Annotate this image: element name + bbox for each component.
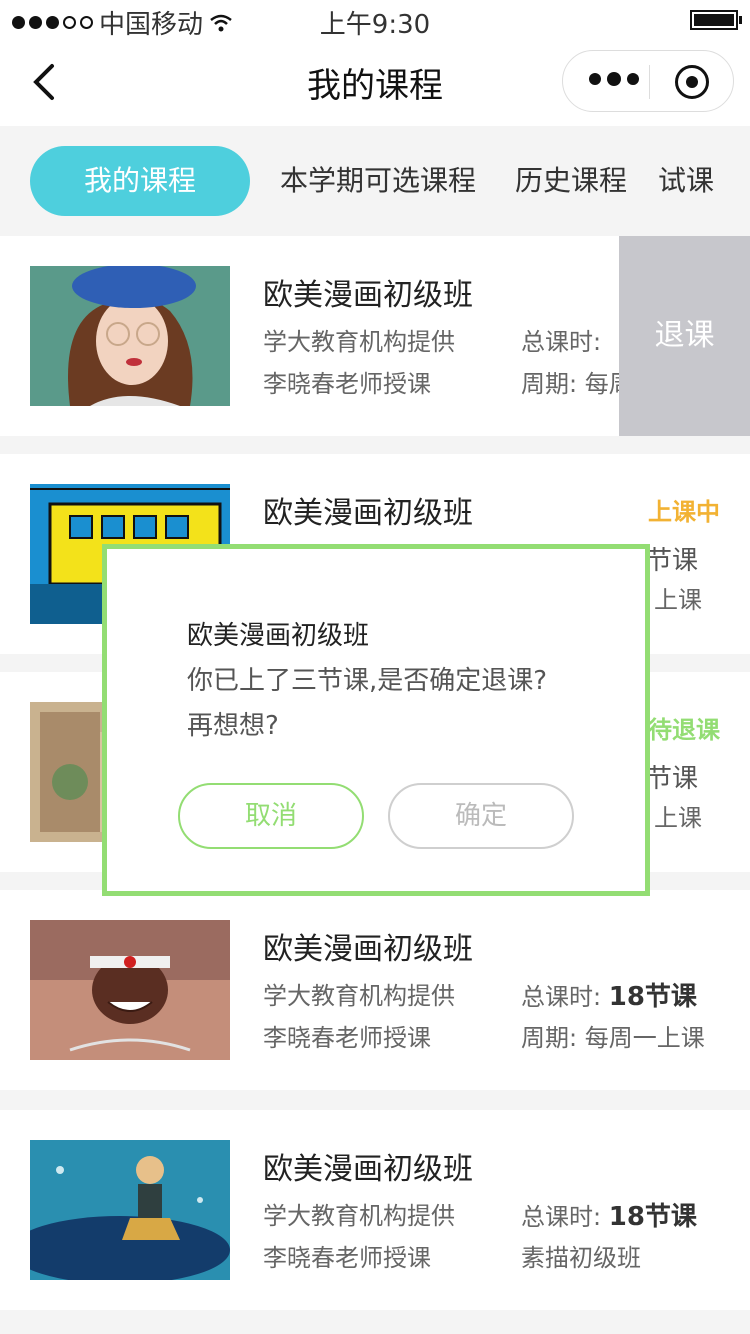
course-title: 欧美漫画初级班: [263, 278, 473, 313]
course-hours: 总课时:: [521, 322, 601, 357]
dialog-message-line1: 你已上了三节课,是否确定退课?: [187, 666, 548, 696]
hours-label: 总课时:: [521, 328, 602, 356]
dialog-title: 欧美漫画初级班: [187, 621, 370, 651]
status-bar: 中国移动 上午9:30: [0, 0, 750, 40]
mini-program-capsule: [562, 50, 734, 112]
course-teacher: 李晓春老师授课: [263, 1024, 431, 1052]
hours-value: 18节课: [608, 982, 697, 1012]
course-org: 学大教育机构提供: [263, 328, 455, 356]
course-org: 学大教育机构提供: [263, 1202, 455, 1230]
course-cycle: 周期: 每周: [521, 370, 633, 398]
course-hours: 总课时: 18节课: [521, 976, 697, 1013]
course-title: 欧美漫画初级班: [263, 932, 473, 967]
dialog-message: 你已上了三节课,是否确定退课? 再想想?: [187, 659, 607, 749]
course-cycle: 上课: [654, 586, 702, 614]
course-thumbnail: [30, 920, 230, 1060]
course-hours: 节课: [646, 758, 698, 795]
more-icon[interactable]: [589, 72, 639, 86]
course-title: 欧美漫画初级班: [263, 1152, 473, 1187]
course-title: 欧美漫画初级班: [263, 496, 473, 531]
status-time: 上午9:30: [319, 10, 431, 40]
course-status-badge: 上课中: [648, 498, 720, 526]
hours-value: 节课: [646, 764, 699, 794]
course-teacher: 李晓春老师授课: [263, 1244, 431, 1272]
tab-history-courses[interactable]: 历史课程: [515, 146, 627, 216]
course-cycle: 上课: [654, 804, 702, 832]
course-status-badge: 待退课: [648, 716, 720, 744]
drop-course-button[interactable]: 退课: [619, 236, 750, 436]
course-hours: 节课: [646, 540, 698, 577]
course-cycle: 素描初级班: [521, 1244, 641, 1272]
battery-icon: [690, 10, 742, 30]
dialog-message-line2: 再想想?: [187, 711, 279, 741]
course-org: 学大教育机构提供: [263, 982, 455, 1010]
course-hours: 总课时: 18节课: [521, 1196, 697, 1233]
cancel-button[interactable]: 取消: [178, 783, 364, 849]
close-target-icon[interactable]: [675, 65, 709, 99]
hours-label: 总课时:: [521, 983, 602, 1011]
confirm-button[interactable]: 确定: [388, 783, 574, 849]
tab-semester-courses[interactable]: 本学期可选课程: [280, 146, 476, 216]
course-card[interactable]: 欧美漫画初级班 学大教育机构提供 李晓春老师授课 总课时: 18节课 周期: 每…: [0, 890, 750, 1090]
course-thumbnail: [30, 266, 230, 406]
hours-value: 节课: [646, 546, 699, 576]
course-cycle: 周期: 每周一上课: [521, 1024, 705, 1052]
course-card[interactable]: 欧美漫画初级班 学大教育机构提供 李晓春老师授课 总课时: 周期: 每周 退课: [0, 236, 750, 436]
course-card[interactable]: 欧美漫画初级班 学大教育机构提供 李晓春老师授课 总课时: 18节课 素描初级班: [0, 1110, 750, 1310]
hours-label: 总课时:: [521, 1203, 602, 1231]
tab-trial[interactable]: 试课: [658, 146, 714, 216]
course-teacher: 李晓春老师授课: [263, 370, 431, 398]
nav-bar: 我的课程: [0, 40, 750, 126]
tab-bar: 我的课程 本学期可选课程 历史课程 试课: [0, 126, 750, 236]
hours-value: 18节课: [608, 1202, 697, 1232]
drop-course-dialog: 欧美漫画初级班 你已上了三节课,是否确定退课? 再想想? 取消 确定: [102, 544, 650, 896]
capsule-divider: [649, 65, 650, 99]
course-thumbnail: [30, 1140, 230, 1280]
tab-my-courses[interactable]: 我的课程: [30, 146, 250, 216]
